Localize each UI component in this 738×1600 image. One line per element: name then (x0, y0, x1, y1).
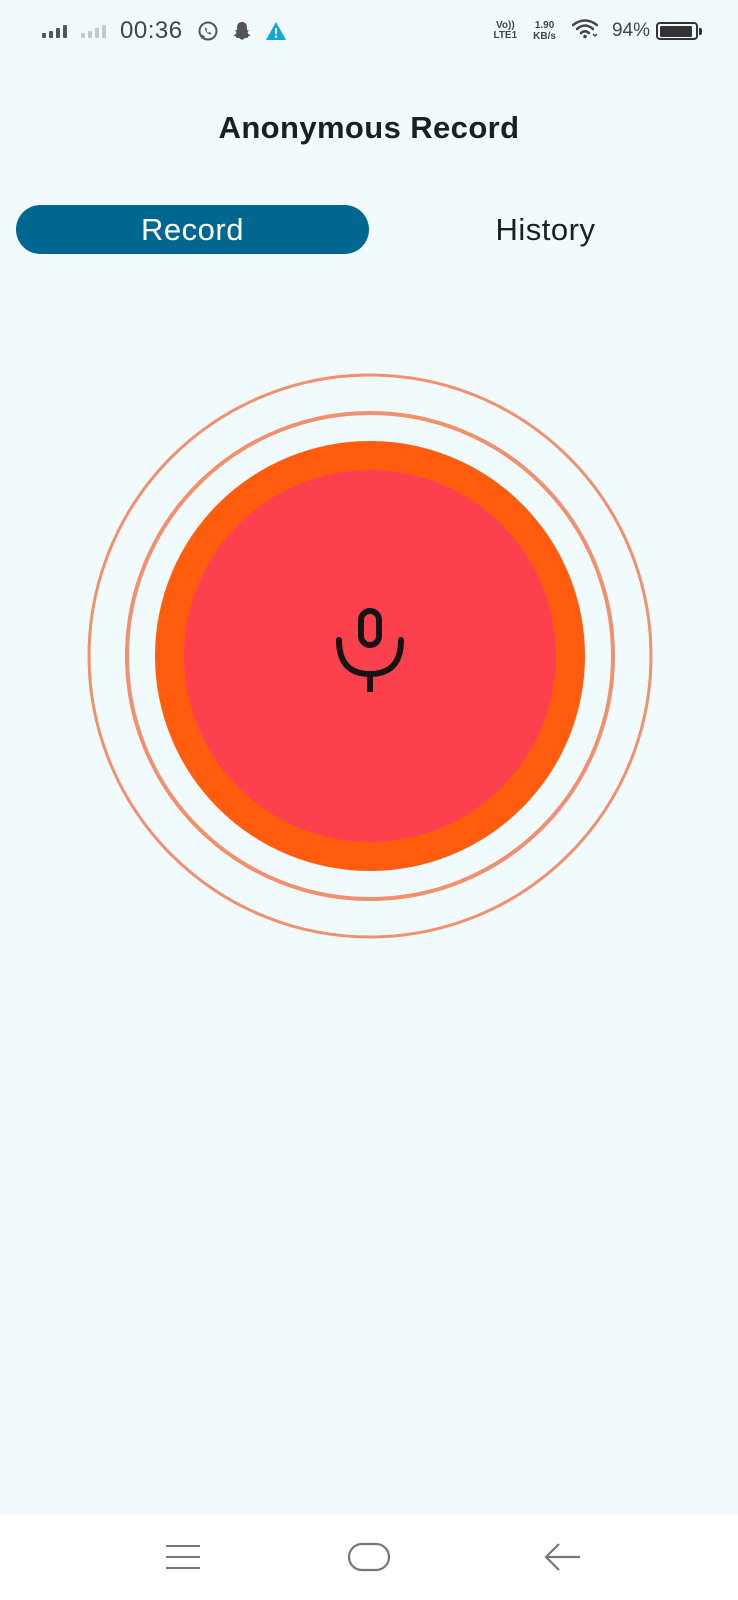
menu-button[interactable] (123, 1514, 243, 1600)
page-title: Anonymous Record (218, 110, 520, 145)
tab-bar: Record History (16, 205, 722, 254)
status-bar: 00:36 Vo)) LTE1 1.90 KB/s 94% (0, 0, 738, 62)
back-icon (544, 1543, 580, 1571)
battery-fill (659, 25, 693, 37)
tab-history[interactable]: History (369, 205, 722, 254)
status-left: 00:36 (42, 14, 299, 48)
speed-unit: KB/s (533, 31, 556, 42)
record-button[interactable] (184, 470, 556, 842)
tab-record[interactable]: Record (16, 205, 369, 254)
whatsapp-icon (197, 20, 219, 42)
record-graphic (87, 373, 653, 939)
home-icon (347, 1542, 391, 1572)
network-speed: 1.90 KB/s (533, 20, 556, 42)
warning-icon (265, 21, 287, 41)
speed-value: 1.90 (534, 20, 555, 31)
back-button[interactable] (503, 1514, 623, 1600)
status-time: 00:36 (120, 17, 183, 44)
signal-secondary-icon (81, 24, 106, 38)
status-right: Vo)) LTE1 1.90 KB/s 94% (493, 14, 702, 48)
battery-percent: 94% (611, 20, 650, 41)
snapchat-icon (231, 20, 253, 42)
volte-indicator: Vo)) LTE1 (493, 21, 517, 41)
menu-icon (166, 1545, 200, 1569)
home-button[interactable] (309, 1514, 429, 1600)
wifi-icon (571, 18, 599, 44)
lte-label: LTE1 (493, 30, 518, 41)
record-area (82, 368, 658, 944)
signal-icon (42, 24, 67, 38)
battery-icon (656, 22, 702, 40)
navigation-bar (0, 1514, 738, 1600)
